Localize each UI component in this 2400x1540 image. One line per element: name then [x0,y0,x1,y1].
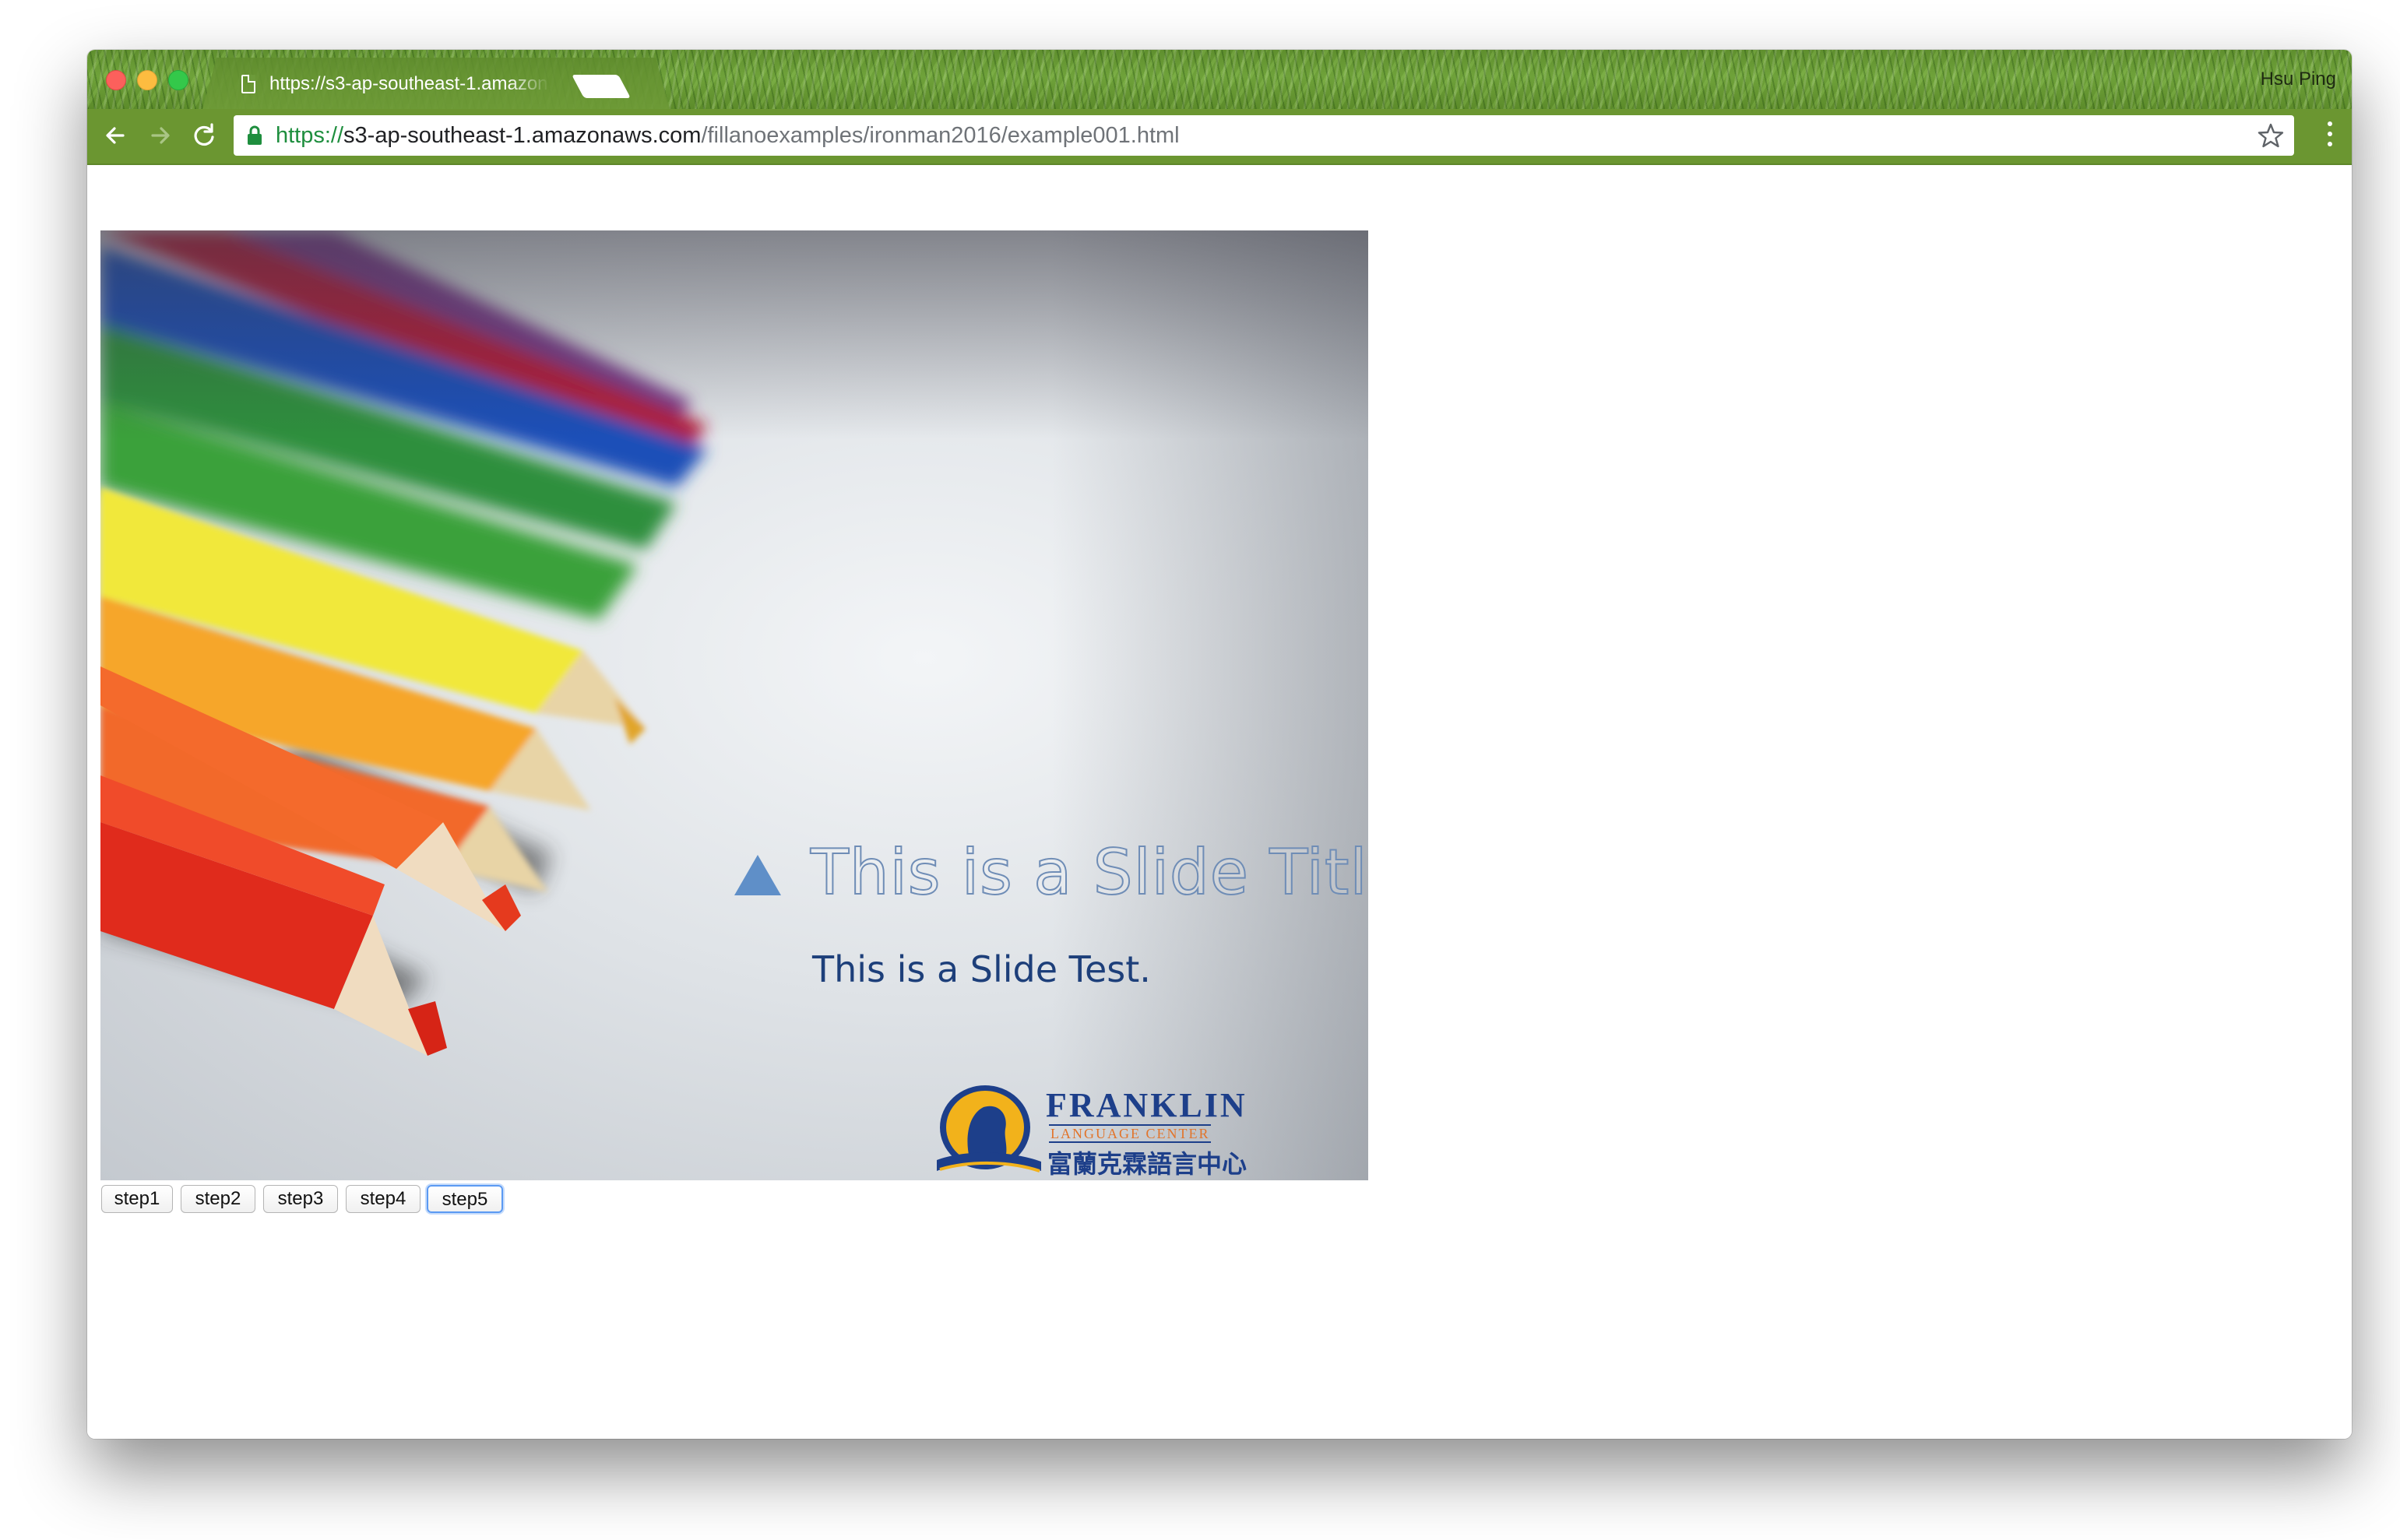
url-path: /fillanoexamples/ironman2016/example001.… [701,123,1180,148]
address-bar[interactable]: https://s3-ap-southeast-1.amazonaws.com/… [234,115,2294,156]
bookmark-star-icon[interactable] [2257,121,2285,149]
forward-button[interactable] [143,118,178,153]
arrow-right-icon [151,127,170,144]
step4-button[interactable]: step4 [346,1185,421,1213]
logo-name: FRANKLIN [1046,1086,1248,1124]
lock-icon [248,125,262,145]
more-menu-icon[interactable] [2325,121,2335,151]
slide-shading [100,230,1368,1180]
step5-button[interactable]: step5 [427,1185,503,1213]
url-host: s3-ap-southeast-1.amazonaws.com [343,123,702,148]
franklin-emblem-icon [937,1085,1041,1173]
window-maximize-button[interactable] [168,70,188,90]
window-minimize-button[interactable] [137,70,157,90]
window-close-button[interactable] [106,70,126,90]
step3-button[interactable]: step3 [263,1185,338,1213]
logo-chinese-name: 富蘭克霖語言中心 [1047,1149,1248,1179]
triangle-icon [734,855,781,895]
back-button[interactable] [98,118,132,153]
slide-title: This is a Slide Title. [810,835,1368,909]
page-icon [241,75,255,93]
step2-button[interactable]: step2 [181,1185,255,1213]
franklin-logo: FRANKLIN LANGUAGE CENTER 富蘭克霖語言中心 [934,1084,1248,1179]
reload-button[interactable] [187,118,221,153]
reload-icon [194,123,214,146]
slide: This is a Slide Title. This is a Slide T… [100,230,1368,1180]
browser-titlebar: https://s3-ap-southeast-1.amazonaws.com/… [87,50,2352,109]
tab-title: https://s3-ap-southeast-1.amazonaws.com/… [269,73,550,94]
arrow-left-icon [106,127,125,144]
profile-name[interactable]: Hsu Ping [2261,69,2336,90]
url-scheme: https:// [276,123,344,148]
page-content: This is a Slide Title. This is a Slide T… [87,165,2352,1439]
url-text: https://s3-ap-southeast-1.amazonaws.com/… [276,123,1180,149]
browser-window: https://s3-ap-southeast-1.amazonaws.com/… [87,50,2352,1439]
slide-text: This is a Slide Test. [812,948,1151,990]
browser-toolbar: https://s3-ap-southeast-1.amazonaws.com/… [87,109,2352,165]
step1-button[interactable]: step1 [101,1185,173,1213]
logo-subtitle: LANGUAGE CENTER [1049,1124,1212,1143]
